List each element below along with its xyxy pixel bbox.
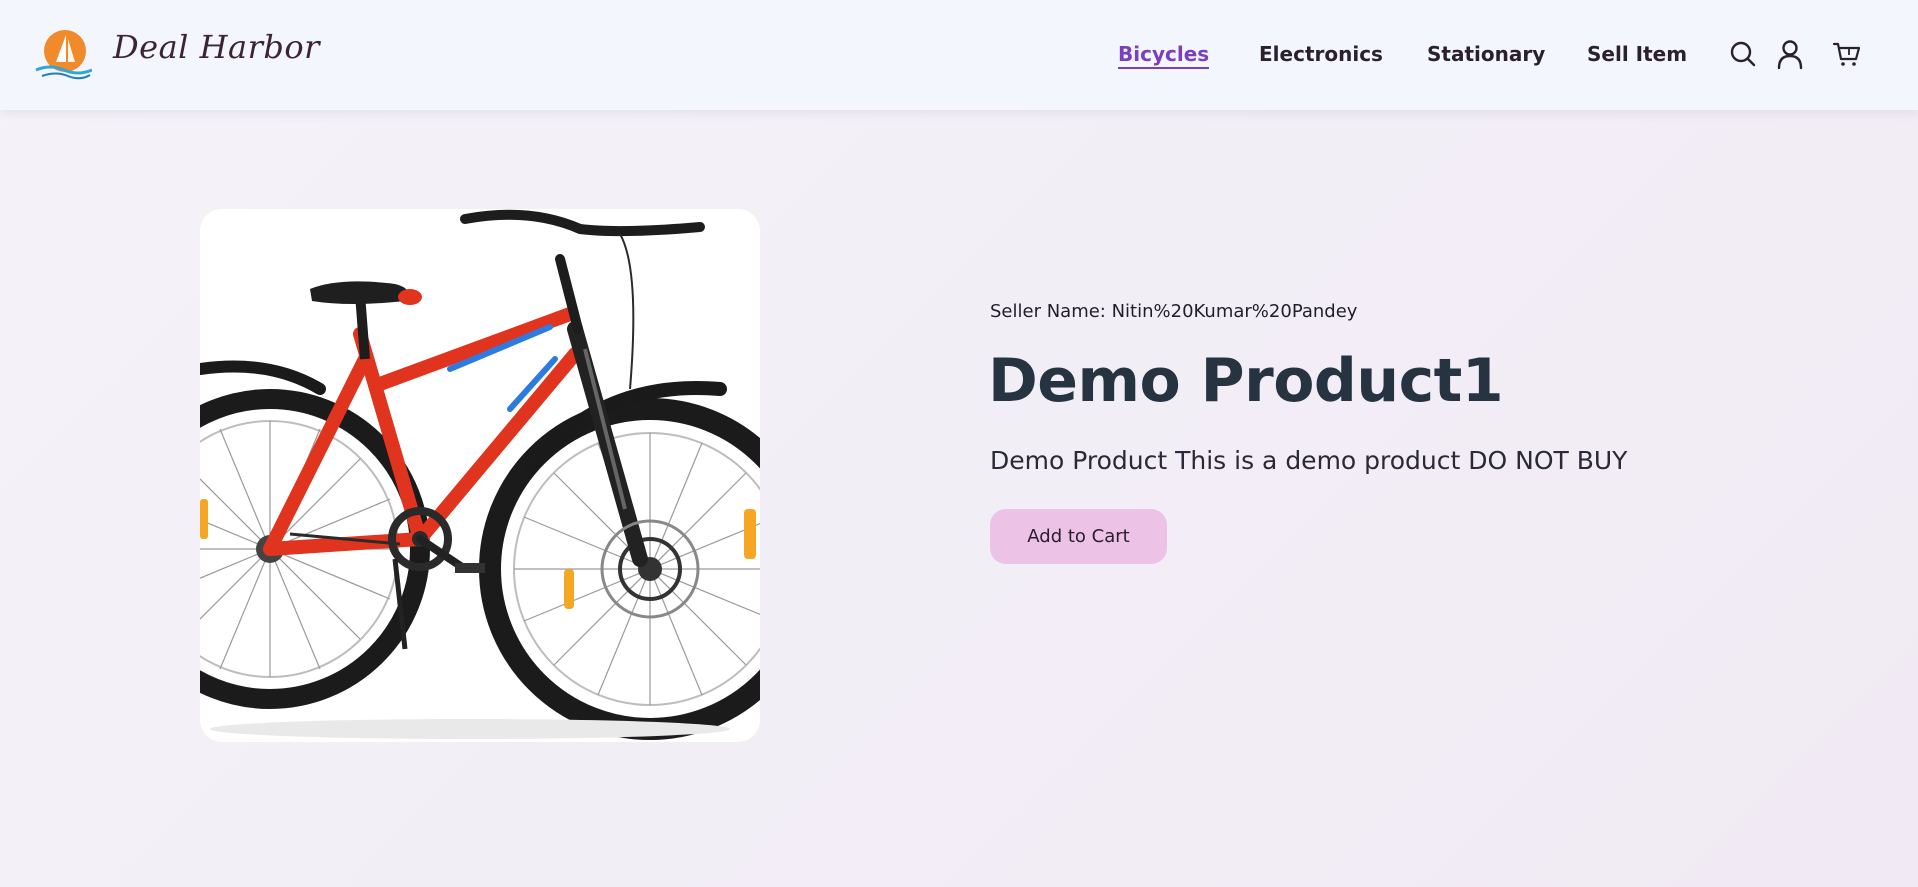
product-title: Demo Product1 — [988, 346, 1504, 416]
add-to-cart-button[interactable]: Add to Cart — [990, 509, 1167, 564]
product-description: Demo Product This is a demo product DO N… — [990, 446, 1628, 475]
logo-icon[interactable] — [34, 30, 93, 80]
seller-name: Seller Name: Nitin%20Kumar%20Pandey — [990, 301, 1358, 322]
nav-bicycles[interactable]: Bicycles — [1118, 42, 1210, 69]
site-header: Deal Harbor Bicycles Electronics Station… — [0, 0, 1918, 110]
cart-icon[interactable] — [1831, 38, 1863, 70]
user-icon[interactable] — [1774, 38, 1806, 70]
search-icon[interactable] — [1727, 38, 1759, 70]
nav-sell-item[interactable]: Sell Item — [1587, 42, 1687, 66]
product-image — [200, 209, 760, 742]
brand-name[interactable]: Deal Harbor — [113, 28, 320, 66]
nav-stationary[interactable]: Stationary — [1427, 42, 1545, 66]
nav-electronics[interactable]: Electronics — [1259, 42, 1383, 66]
